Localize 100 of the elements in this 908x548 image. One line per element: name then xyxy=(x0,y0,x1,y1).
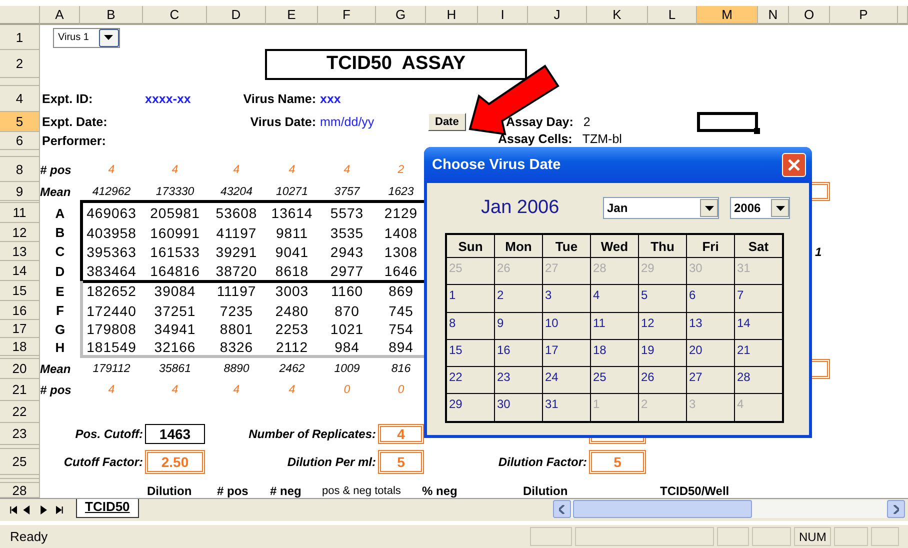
table-cell: 2480 xyxy=(275,302,309,318)
row-header[interactable]: 16 xyxy=(0,301,40,320)
calendar-day[interactable]: 18 xyxy=(591,340,639,368)
table-cell: 39084 xyxy=(154,283,196,299)
date-button[interactable]: Date xyxy=(428,113,466,131)
calendar-day[interactable]: 29 xyxy=(447,394,495,422)
row-header[interactable]: 14 xyxy=(0,261,40,281)
calendar-day[interactable]: 28 xyxy=(735,367,783,394)
row-header[interactable]: 13 xyxy=(0,242,40,261)
column-header[interactable]: B xyxy=(80,6,143,25)
row-header[interactable]: 20 xyxy=(0,359,40,379)
column-header[interactable]: E xyxy=(266,6,318,25)
calendar-day[interactable]: 8 xyxy=(447,312,495,340)
row-header[interactable]: 25 xyxy=(0,449,40,475)
row-header[interactable]: 9 xyxy=(0,182,40,201)
dropdown-button[interactable] xyxy=(98,28,119,46)
calendar-day[interactable]: 14 xyxy=(735,312,783,340)
selected-cell[interactable] xyxy=(697,112,758,132)
calendar-day[interactable]: 12 xyxy=(639,312,687,340)
calendar-day[interactable]: 17 xyxy=(543,340,591,368)
field-label: Pos. Cutoff: xyxy=(75,427,143,441)
column-header[interactable]: P xyxy=(830,6,898,25)
row-header[interactable]: 15 xyxy=(0,281,40,301)
horizontal-scrollbar[interactable] xyxy=(553,500,905,518)
column-header[interactable] xyxy=(898,6,908,25)
column-heading: # pos xyxy=(217,484,248,498)
calendar-day[interactable]: 1 xyxy=(447,285,495,313)
row-header[interactable] xyxy=(0,356,40,359)
row-header[interactable]: 23 xyxy=(0,423,40,445)
month-heading: Jan 2006 xyxy=(480,197,560,219)
calendar-day[interactable]: 2 xyxy=(495,285,543,313)
column-header[interactable]: J xyxy=(528,6,587,25)
column-header[interactable]: N xyxy=(758,6,789,25)
calendar-day[interactable]: 9 xyxy=(495,312,543,340)
row-header[interactable]: 12 xyxy=(0,223,40,242)
row-header[interactable]: 2 xyxy=(0,50,40,78)
column-header[interactable]: L xyxy=(648,6,697,25)
month-dropdown[interactable]: Jan xyxy=(603,197,719,219)
column-header[interactable]: D xyxy=(207,6,266,25)
column-header[interactable]: A xyxy=(40,6,80,25)
row-header[interactable]: 4 xyxy=(0,86,40,112)
column-header[interactable]: I xyxy=(478,6,528,25)
calendar-day[interactable]: 26 xyxy=(639,367,687,394)
year-dropdown[interactable]: 2006 xyxy=(730,197,790,219)
table-cell: 469063 xyxy=(86,205,136,221)
close-button[interactable] xyxy=(782,153,806,177)
calendar-day[interactable]: 13 xyxy=(687,312,735,340)
calendar-day[interactable]: 19 xyxy=(639,340,687,368)
column-header[interactable]: G xyxy=(376,6,426,25)
column-header[interactable]: M xyxy=(697,6,758,25)
calendar-day[interactable]: 5 xyxy=(639,285,687,313)
calendar-day[interactable]: 11 xyxy=(591,312,639,340)
row-header[interactable]: 8 xyxy=(0,157,40,182)
column-header[interactable]: K xyxy=(587,6,648,25)
row-header[interactable]: 17 xyxy=(0,320,40,338)
calendar-day[interactable]: 10 xyxy=(543,312,591,340)
row-header[interactable] xyxy=(0,150,40,157)
calendar-day[interactable]: 7 xyxy=(735,285,783,313)
calendar-day[interactable]: 24 xyxy=(543,367,591,394)
scroll-thumb[interactable] xyxy=(573,500,752,518)
row-header[interactable]: 18 xyxy=(0,338,40,356)
column-header[interactable]: C xyxy=(143,6,207,25)
scroll-left-button[interactable] xyxy=(553,500,571,518)
calendar-day[interactable]: 31 xyxy=(543,394,591,422)
calendar-day[interactable]: 16 xyxy=(495,340,543,368)
row-header[interactable]: 21 xyxy=(0,379,40,401)
select-all-button[interactable] xyxy=(0,6,40,25)
row-header[interactable] xyxy=(0,445,40,449)
status-panel xyxy=(717,527,749,546)
table-cell: 869 xyxy=(388,283,414,299)
calendar-day[interactable]: 25 xyxy=(591,367,639,394)
calendar-day[interactable]: 3 xyxy=(543,285,591,313)
value-field: 1463 xyxy=(145,424,205,444)
column-header[interactable]: F xyxy=(318,6,376,25)
calendar-day[interactable]: 6 xyxy=(687,285,735,313)
row-header[interactable] xyxy=(0,479,40,483)
calendar-day[interactable]: 20 xyxy=(687,340,735,368)
scroll-right-button[interactable] xyxy=(887,500,905,518)
column-header[interactable]: H xyxy=(426,6,478,25)
row-header[interactable]: 28 xyxy=(0,483,40,498)
row-header[interactable] xyxy=(0,475,40,479)
table-cell: 754 xyxy=(388,321,414,337)
calendar-day[interactable]: 15 xyxy=(447,340,495,368)
row-header[interactable]: 1 xyxy=(0,25,40,50)
row-header[interactable] xyxy=(0,78,40,86)
calendar-day[interactable]: 21 xyxy=(735,340,783,368)
row-header[interactable]: 11 xyxy=(0,203,40,223)
calendar-day[interactable]: 23 xyxy=(495,367,543,394)
row-header[interactable]: 5 xyxy=(0,112,40,132)
sheet-tab[interactable]: TCID50 xyxy=(76,499,139,518)
calendar-day[interactable]: 4 xyxy=(591,285,639,313)
virus-dropdown[interactable]: Virus 1 xyxy=(53,28,120,48)
calendar-day[interactable]: 27 xyxy=(687,367,735,394)
table-cell: 4 xyxy=(344,164,350,176)
calendar-day[interactable]: 22 xyxy=(447,367,495,394)
row-label: H xyxy=(55,340,65,354)
calendar-day[interactable]: 30 xyxy=(495,394,543,422)
row-header[interactable]: 6 xyxy=(0,132,40,150)
row-header[interactable]: 22 xyxy=(0,401,40,423)
column-header[interactable]: O xyxy=(789,6,830,25)
